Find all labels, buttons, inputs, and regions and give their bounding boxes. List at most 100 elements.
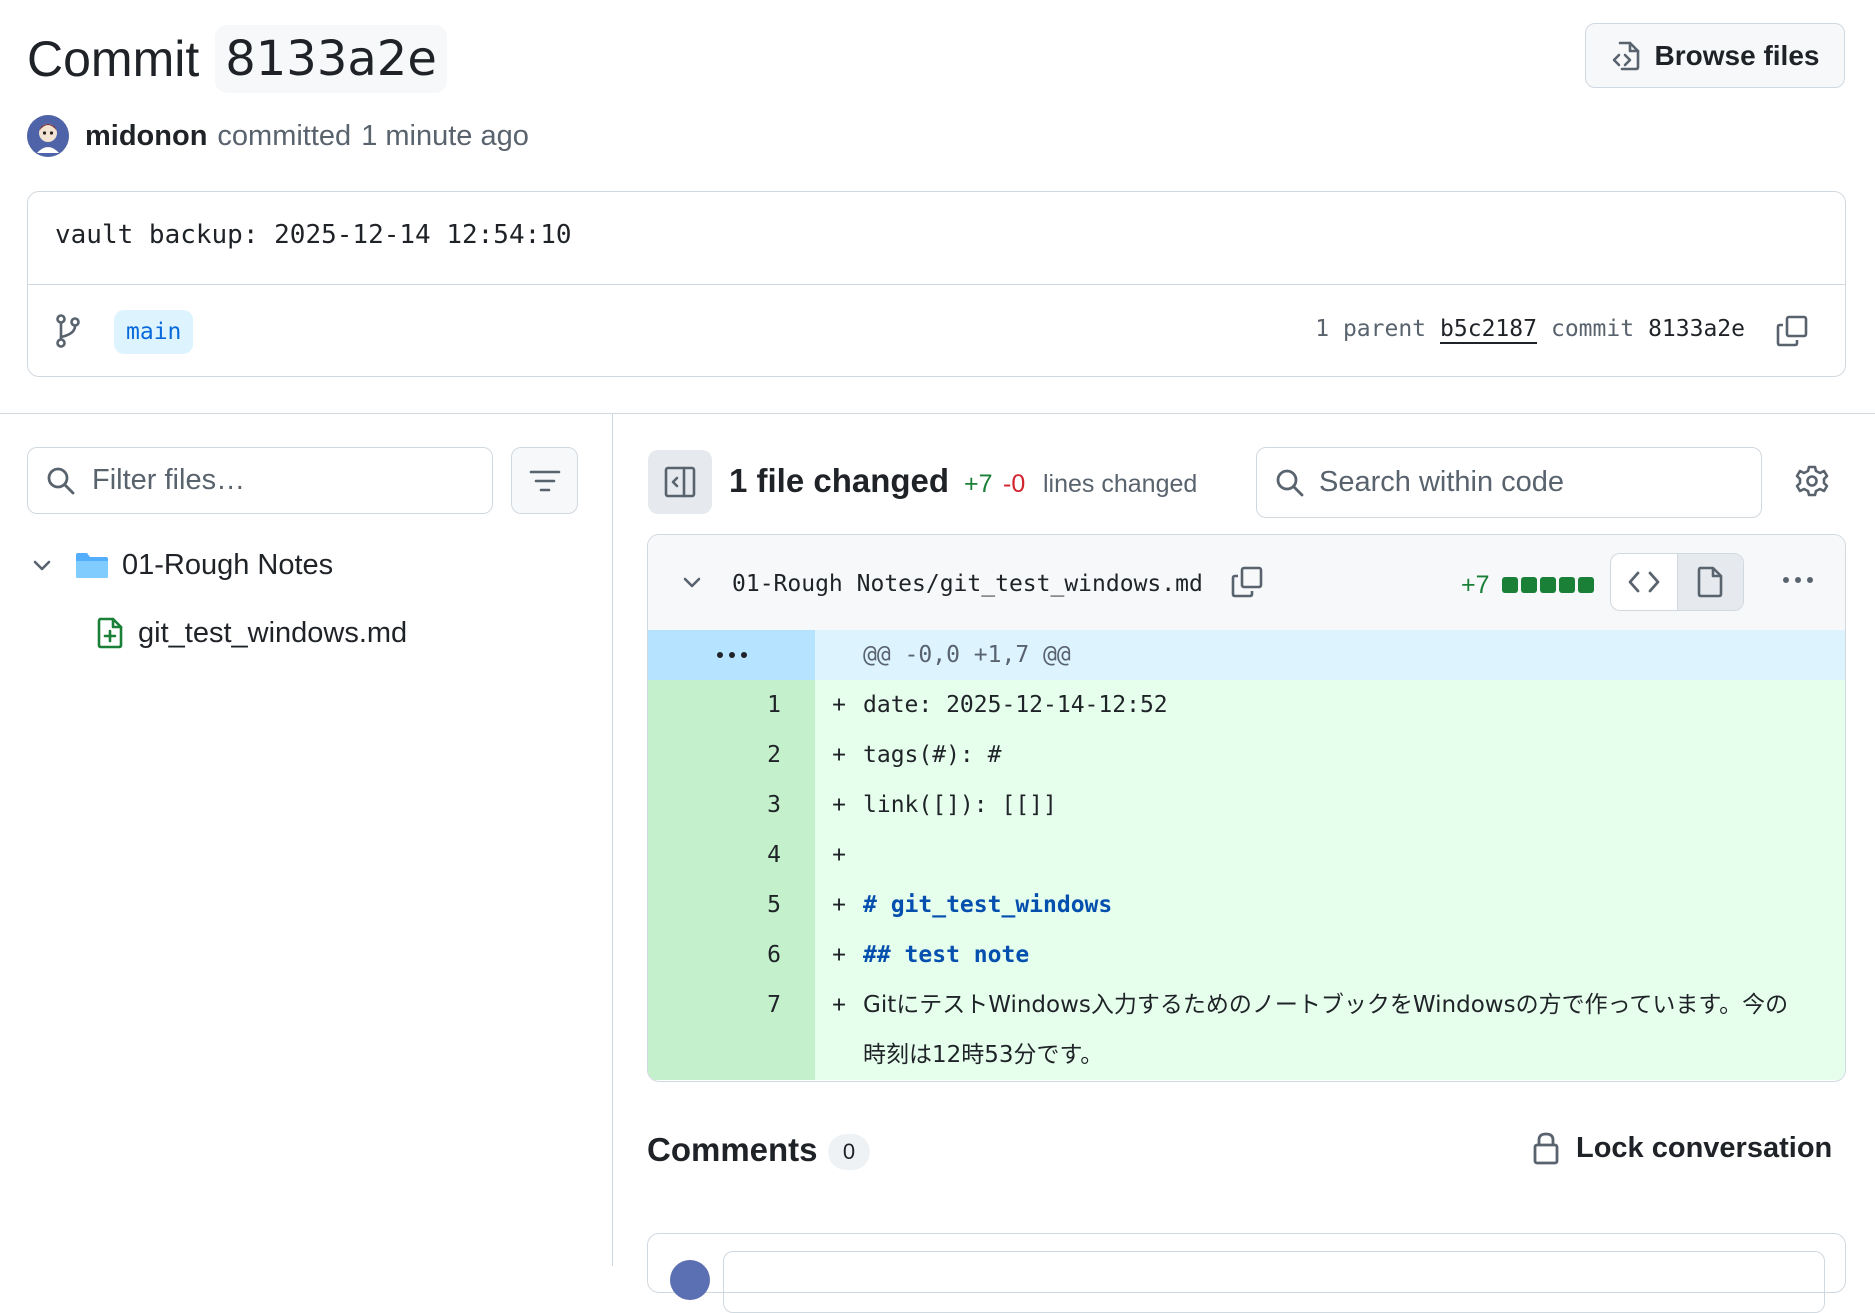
line-sign: +: [832, 692, 846, 718]
line-sign: +: [832, 942, 846, 968]
line-number[interactable]: 6: [648, 930, 815, 980]
search-icon: [1275, 468, 1305, 498]
commit-title: Commit 8133a2e: [27, 25, 447, 93]
hunk-header: @@ -0,0 +1,7 @@: [648, 630, 1845, 680]
expand-hunk-button[interactable]: [648, 630, 815, 680]
line-code: [863, 830, 1803, 880]
tree-folder-item[interactable]: 01-Rough Notes: [30, 540, 333, 590]
diff-line: 5 + # git_test_windows: [648, 880, 1845, 930]
file-added-icon: [96, 616, 124, 650]
view-toggle: [1610, 553, 1744, 611]
line-code: ## test note: [863, 942, 1030, 968]
diff-line: 4 +: [648, 830, 1845, 880]
line-number[interactable]: 3: [648, 780, 815, 830]
total-deletions: -0: [1003, 470, 1026, 498]
line-sign: +: [832, 892, 846, 918]
diff-body: @@ -0,0 +1,7 @@ 1 + date: 2025-12-14-12:52…: [648, 630, 1845, 1080]
diff-line: 6 + ## test note: [648, 930, 1845, 980]
section-divider: [0, 413, 1875, 414]
line-code: # git_test_windows: [863, 892, 1113, 918]
diffstat-block: [1578, 577, 1594, 593]
diff-file-header: 01-Rough Notes/git_test_windows.md +7: [648, 535, 1845, 631]
git-branch-icon: [55, 314, 81, 348]
tree-file-label: git_test_windows.md: [138, 616, 408, 649]
avatar: [670, 1260, 710, 1300]
parent-count-label: 1 parent: [1315, 316, 1427, 342]
kebab-horizontal-icon[interactable]: [1778, 565, 1818, 595]
commit-title-word: Commit: [27, 31, 200, 87]
tree-file-item[interactable]: git_test_windows.md: [96, 608, 407, 658]
chevron-down-icon[interactable]: [30, 553, 54, 577]
commit-message: vault backup: 2025-12-14 12:54:10: [55, 220, 572, 250]
toggle-file-tree-button[interactable]: [648, 450, 712, 514]
diff-line: 1 + date: 2025-12-14-12:52: [648, 680, 1845, 730]
diff-file-path[interactable]: 01-Rough Notes/git_test_windows.md: [732, 571, 1203, 597]
line-code: GitにテストWindows入力するためのノートブックをWindowsの方で作っ…: [863, 992, 1789, 1068]
comments-count-badge: 0: [828, 1134, 870, 1170]
search-code-input[interactable]: Search within code: [1256, 447, 1762, 518]
divider: [28, 284, 1845, 285]
commit-sha-title: 8133a2e: [215, 25, 447, 93]
parent-sha-link[interactable]: b5c2187: [1440, 316, 1537, 344]
diffstat-blocks: [1502, 577, 1594, 593]
diff-line: 7 + GitにテストWindows入力するためのノートブックをWindowsの方で…: [648, 980, 1845, 1080]
line-number[interactable]: 2: [648, 730, 815, 780]
commit-time[interactable]: 1 minute ago: [361, 120, 529, 153]
line-number[interactable]: 7: [648, 980, 815, 1080]
branch-pill[interactable]: main: [114, 310, 194, 354]
line-number[interactable]: 1: [648, 680, 815, 730]
code-view-button[interactable]: [1611, 554, 1677, 610]
line-number[interactable]: 5: [648, 880, 815, 930]
search-icon: [46, 466, 76, 496]
author-row: midonon committed 1 minute ago: [27, 115, 529, 157]
file-code-icon: [1611, 40, 1641, 72]
search-code-placeholder: Search within code: [1319, 466, 1565, 498]
diff-lines: 1 + date: 2025-12-14-12:52 2 + tags(#): # 3 + li…: [648, 680, 1845, 1080]
diff-file: 01-Rough Notes/git_test_windows.md +7 @@…: [647, 534, 1846, 1082]
filter-icon: [529, 469, 561, 493]
ellipsis-icon: [716, 652, 747, 658]
diffstat-block: [1502, 577, 1518, 593]
line-code: date: 2025-12-14-12:52: [863, 692, 1168, 718]
line-code: tags(#): #: [863, 742, 1002, 768]
diffstat-block: [1559, 577, 1575, 593]
line-number[interactable]: 4: [648, 830, 815, 880]
line-code: link([]): [[]]: [863, 792, 1057, 818]
commit-action: committed: [217, 119, 352, 152]
comment-textarea[interactable]: [723, 1251, 1825, 1313]
lock-conversation-button[interactable]: Lock conversation: [1532, 1131, 1832, 1165]
panel-divider[interactable]: [612, 413, 613, 1266]
line-sign: +: [832, 992, 846, 1018]
line-sign: +: [832, 742, 846, 768]
lock-icon: [1532, 1131, 1560, 1165]
comments-title: Comments: [647, 1131, 818, 1168]
filter-files-placeholder: Filter files…: [92, 464, 246, 496]
lock-conversation-label: Lock conversation: [1576, 1131, 1833, 1164]
chevron-down-icon[interactable]: [680, 571, 704, 595]
filter-files-input[interactable]: Filter files…: [27, 447, 493, 514]
commit-label: commit: [1550, 316, 1635, 342]
rich-view-button[interactable]: [1676, 554, 1743, 610]
diff-line: 2 + tags(#): #: [648, 730, 1845, 780]
tree-folder-label: 01-Rough Notes: [122, 548, 334, 581]
files-changed-count: 1 file changed: [729, 462, 950, 499]
comment-form: [647, 1233, 1846, 1313]
gear-icon[interactable]: [1795, 464, 1829, 498]
commit-sha: 8133a2e: [1648, 316, 1745, 342]
total-additions: +7: [964, 470, 993, 498]
diff-line: 3 + link([]): [[]]: [648, 780, 1845, 830]
copy-sha-icon[interactable]: [1775, 314, 1809, 348]
copy-path-icon[interactable]: [1230, 565, 1264, 599]
diffstat-block: [1521, 577, 1537, 593]
author-name[interactable]: midonon: [85, 120, 207, 153]
filter-options-button[interactable]: [511, 447, 578, 514]
sidebar-collapse-icon: [663, 465, 697, 499]
folder-icon: [74, 550, 110, 580]
avatar[interactable]: [27, 115, 69, 157]
code-icon: [1628, 571, 1660, 593]
line-sign: +: [832, 842, 846, 868]
browse-files-button[interactable]: Browse files: [1585, 23, 1845, 88]
parent-info: 1 parent b5c2187 commit 8133a2e: [1315, 316, 1745, 344]
browse-files-label: Browse files: [1654, 39, 1820, 71]
lines-changed-label: lines changed: [1043, 470, 1198, 498]
